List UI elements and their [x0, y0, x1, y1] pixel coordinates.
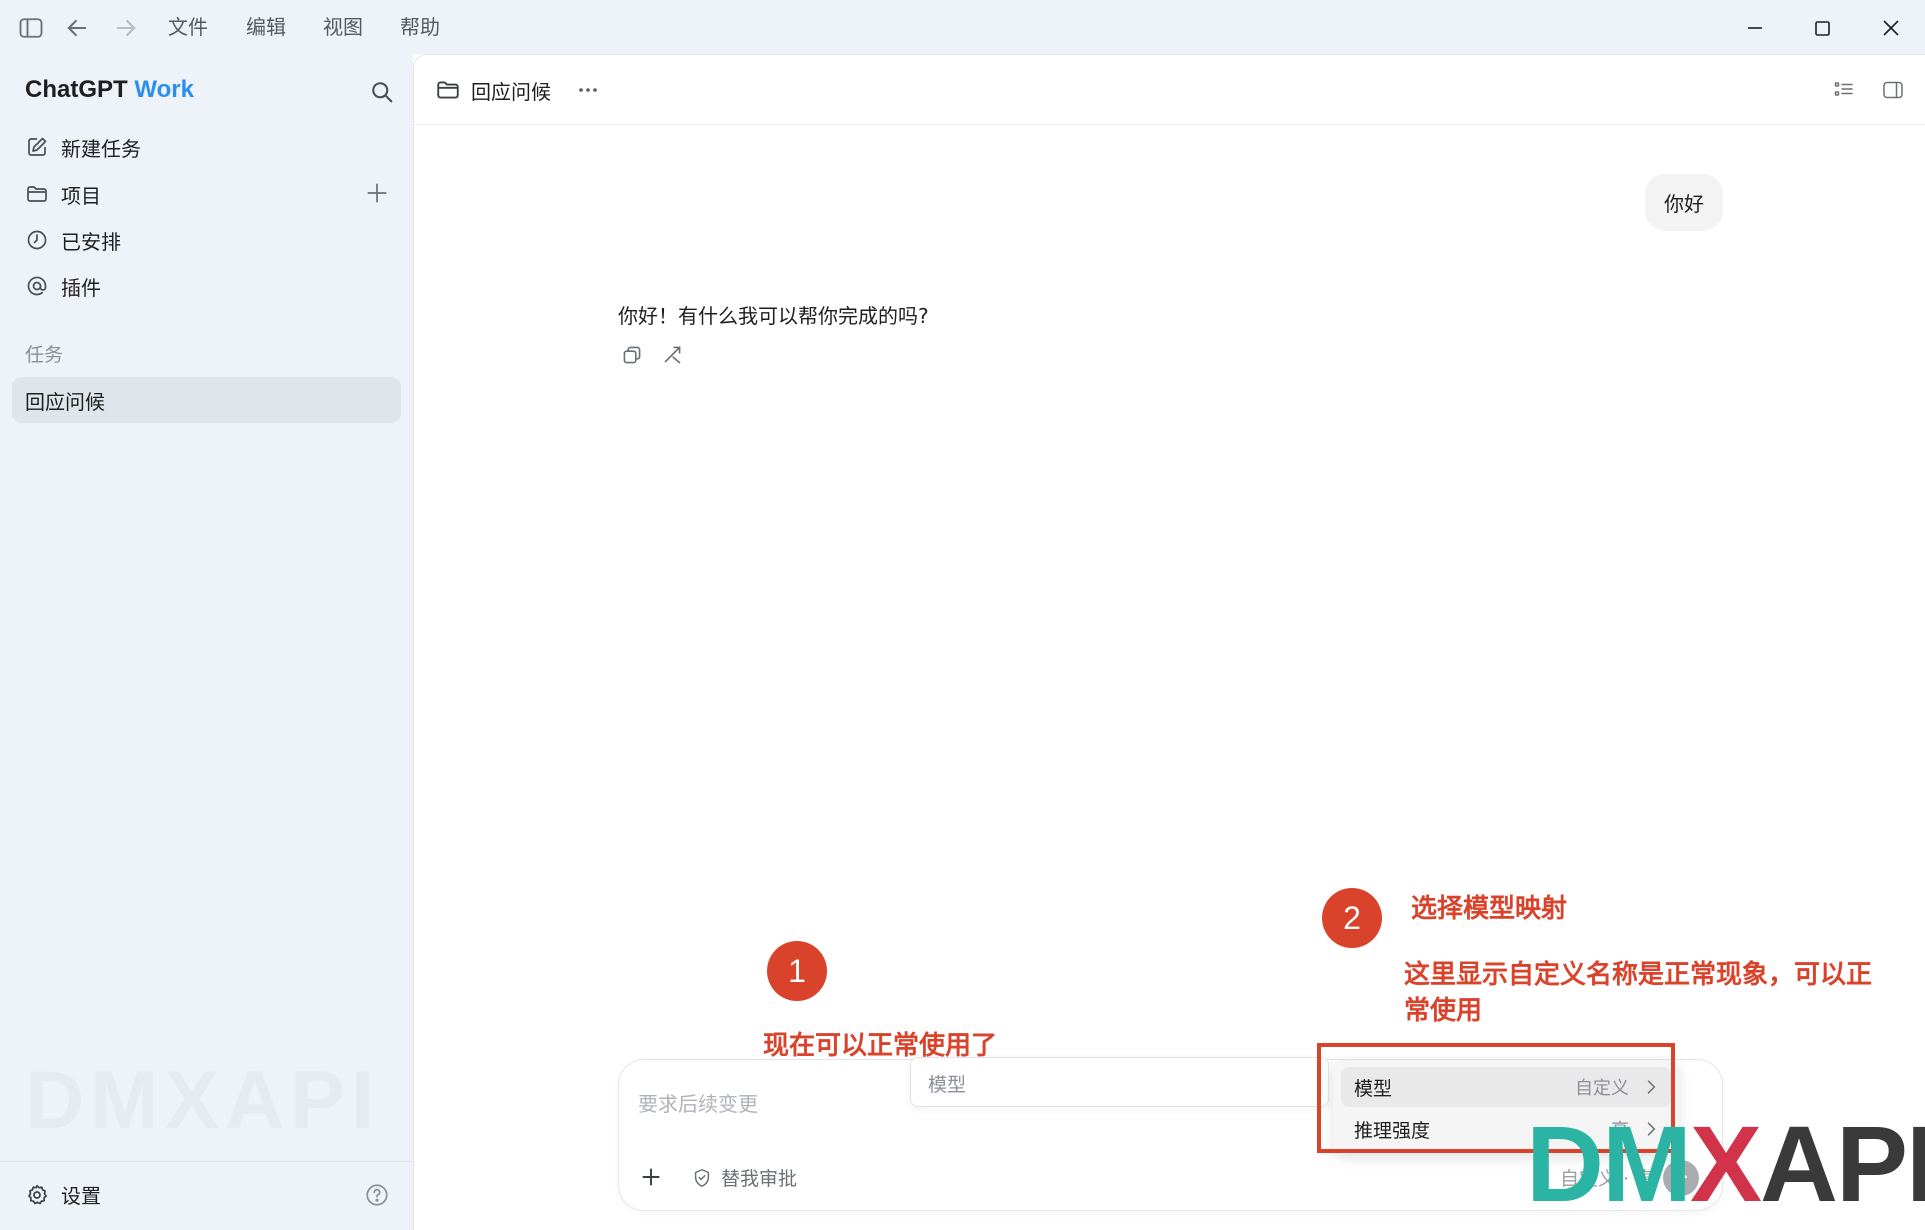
- model-search-field[interactable]: 模型: [910, 1057, 1329, 1107]
- annotation-note-2-line2: 常使用: [1404, 996, 1483, 1026]
- brand-accent: Work: [134, 76, 194, 103]
- settings-label: 设置: [61, 1184, 101, 1208]
- sidebar-divider: [0, 1161, 413, 1162]
- close-button[interactable]: [1874, 12, 1908, 44]
- annotation-marker-1: 1: [767, 941, 827, 1001]
- brand-name: ChatGPT: [25, 76, 128, 103]
- assistant-message: 你好！有什么我可以帮你完成的吗?: [618, 304, 929, 328]
- composer-input[interactable]: 要求后续变更: [638, 1088, 758, 1117]
- folder-icon: [435, 77, 461, 103]
- minimize-button[interactable]: [1738, 12, 1772, 44]
- title-bar: 文件 编辑 视图 帮助: [0, 0, 1925, 54]
- watermark-logo: DMXAPI: [25, 1055, 380, 1146]
- copy-icon[interactable]: [619, 342, 645, 368]
- clock-icon: [25, 228, 49, 252]
- sidebar-item-label: 已安排: [61, 229, 121, 254]
- edit-icon: [25, 135, 49, 159]
- auto-approve-toggle[interactable]: 替我审批: [691, 1164, 797, 1191]
- annotation-note-1: 现在可以正常使用了: [763, 1031, 998, 1061]
- folder-icon: [25, 182, 49, 206]
- gear-icon: [25, 1183, 49, 1207]
- sidebar-item-label: 新建任务: [61, 136, 141, 161]
- task-list-icon[interactable]: [1831, 78, 1857, 102]
- fork-icon[interactable]: [659, 342, 685, 368]
- annotation-note-2-line1: 这里显示自定义名称是正常现象，可以正: [1404, 960, 1873, 990]
- sidebar-item-projects[interactable]: 项目: [12, 173, 402, 215]
- more-options-icon[interactable]: [574, 77, 602, 103]
- add-project-icon[interactable]: [364, 180, 390, 206]
- app-brand: ChatGPT Work: [25, 76, 194, 104]
- logo-part-api: API: [1760, 1103, 1925, 1224]
- settings-button[interactable]: 设置: [25, 1180, 101, 1209]
- main-panel: 回应问候 你好 你好！有什么我可以帮你完成的吗? 要求后续变更 替我审批 自定义…: [413, 54, 1925, 1230]
- logo-part-x: X: [1689, 1103, 1762, 1224]
- menu-edit[interactable]: 编辑: [246, 13, 286, 41]
- sidebar-item-label: 项目: [61, 183, 101, 208]
- forward-arrow-icon[interactable]: [112, 14, 140, 42]
- sidebar: ChatGPT Work 新建任务 项目 已安排 插件 任务 回应问候 DMXA…: [0, 54, 413, 1230]
- menu-file[interactable]: 文件: [168, 13, 208, 41]
- tasks-section-label: 任务: [25, 344, 64, 366]
- sidebar-toggle-icon[interactable]: [17, 14, 45, 42]
- add-attachment-icon[interactable]: [638, 1164, 664, 1190]
- user-message-bubble: 你好: [1645, 174, 1723, 231]
- annotation-note-2-title: 选择模型映射: [1411, 894, 1568, 924]
- shield-icon: [691, 1167, 713, 1189]
- auto-approve-label: 替我审批: [721, 1168, 798, 1190]
- logo-part-dm: DM: [1526, 1103, 1692, 1224]
- maximize-button[interactable]: [1805, 12, 1839, 44]
- conversation-header: 回应问候: [414, 55, 1925, 125]
- sidebar-item-scheduled[interactable]: 已安排: [12, 219, 402, 261]
- sidebar-item-plugins[interactable]: 插件: [12, 265, 402, 307]
- dmxapi-logo: DMXAPI: [1526, 1110, 1925, 1218]
- sidebar-item-label: 插件: [61, 275, 101, 300]
- search-icon[interactable]: [368, 78, 396, 106]
- menu-view[interactable]: 视图: [323, 13, 363, 41]
- sidebar-item-new-task[interactable]: 新建任务: [12, 126, 402, 168]
- task-item-active[interactable]: 回应问候: [12, 377, 401, 423]
- at-icon: [25, 274, 49, 298]
- back-arrow-icon[interactable]: [63, 14, 91, 42]
- side-panel-toggle-icon[interactable]: [1880, 78, 1906, 102]
- menu-help[interactable]: 帮助: [400, 13, 440, 41]
- conversation-title: 回应问候: [471, 80, 551, 104]
- help-icon[interactable]: [364, 1182, 390, 1208]
- model-field-label: 模型: [928, 1074, 967, 1096]
- annotation-marker-2: 2: [1322, 888, 1382, 948]
